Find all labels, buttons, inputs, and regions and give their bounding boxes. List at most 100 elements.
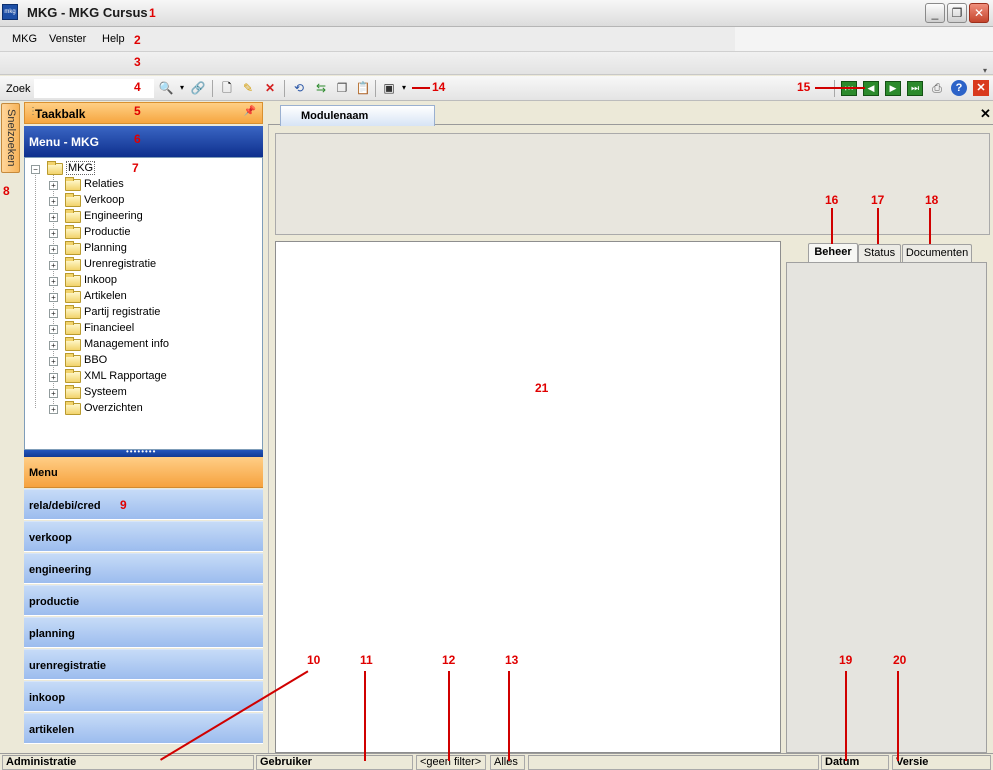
refresh-icon[interactable]: ⟲ — [291, 80, 307, 96]
expand-icon[interactable]: + — [49, 293, 58, 302]
tree-item[interactable]: + Relaties — [47, 177, 247, 193]
annotation-9: 9 — [120, 498, 127, 512]
folder-icon — [65, 385, 81, 399]
tree-item[interactable]: + BBO — [47, 353, 247, 369]
folder-icon — [65, 257, 81, 271]
expand-icon[interactable]: + — [49, 309, 58, 318]
copy-icon[interactable]: ❐ — [334, 80, 350, 96]
collapse-icon[interactable]: − — [31, 165, 40, 174]
annotation-12: 12 — [442, 653, 456, 667]
app-icon: mkg — [2, 4, 18, 20]
close-window-button[interactable]: ✕ — [969, 3, 989, 23]
tree-item[interactable]: + Management info — [47, 337, 247, 353]
tree-item[interactable]: + Urenregistratie — [47, 257, 247, 273]
tree-item[interactable]: + Financieel — [47, 321, 247, 337]
tree-item-label: Planning — [84, 242, 127, 254]
folder-open-icon — [47, 161, 63, 175]
link-icon[interactable]: 🔗 — [190, 80, 206, 96]
expand-icon[interactable]: + — [49, 325, 58, 334]
previous-record-button[interactable]: ◀ — [863, 81, 879, 96]
last-record-button[interactable]: ⏭ — [907, 81, 923, 96]
tree-item[interactable]: + Productie — [47, 225, 247, 241]
annotation-11: 11 — [360, 653, 373, 667]
expand-icon[interactable]: + — [49, 405, 58, 414]
tab-modulenaam[interactable]: Modulenaam — [280, 105, 435, 126]
menu-category-button[interactable]: planning — [24, 617, 263, 648]
new-document-icon[interactable]: 🗋 — [219, 80, 235, 96]
help-icon[interactable]: ? — [951, 80, 967, 96]
expand-icon[interactable]: + — [49, 373, 58, 382]
annotation-8: 8 — [3, 184, 10, 198]
chevron-down-icon[interactable]: ▾ — [983, 66, 991, 75]
tree-item[interactable]: + Artikelen — [47, 289, 247, 305]
expand-icon[interactable]: + — [49, 277, 58, 286]
annotation-4: 4 — [134, 80, 141, 94]
tab-beheer[interactable]: Beheer — [808, 243, 858, 263]
tree-item-label: Productie — [84, 226, 131, 238]
tree-item[interactable]: + Verkoop — [47, 193, 247, 209]
expand-icon[interactable]: + — [49, 389, 58, 398]
tree-item[interactable]: + XML Rapportage — [47, 369, 247, 385]
snelzoeken-tab[interactable]: Snelzoeken — [1, 103, 20, 173]
close-icon[interactable]: ✕ — [973, 80, 989, 96]
splitter-grip-icon: •••••••• — [126, 447, 157, 456]
annotation-line — [877, 208, 879, 244]
expand-icon[interactable]: + — [49, 213, 58, 222]
menu-category-label: rela/debi/cred — [29, 500, 101, 512]
menu-category-button[interactable]: inkoop — [24, 681, 263, 712]
chevron-down-icon[interactable]: ▾ — [396, 80, 412, 96]
tree-root[interactable]: − MKG — [29, 161, 229, 177]
expand-icon[interactable]: + — [49, 197, 58, 206]
tab-status[interactable]: Status — [858, 244, 901, 263]
expand-icon[interactable]: + — [49, 245, 58, 254]
folder-icon — [65, 289, 81, 303]
tree-item[interactable]: + Engineering — [47, 209, 247, 225]
menu-category-button[interactable]: productie — [24, 585, 263, 616]
annotation-10: 10 — [307, 653, 321, 667]
search-icon[interactable]: 🔍 — [158, 80, 174, 96]
expand-icon[interactable]: + — [49, 229, 58, 238]
tree-item-label: XML Rapportage — [84, 370, 167, 382]
tree-item-label: Urenregistratie — [84, 258, 157, 270]
print-icon[interactable]: ⎙ — [929, 80, 945, 96]
tree-item[interactable]: + Inkoop — [47, 273, 247, 289]
menu-header-title: Menu - MKG — [29, 135, 99, 149]
annotation-17: 17 — [871, 193, 885, 207]
annotation-line — [897, 671, 899, 761]
next-record-button[interactable]: ▶ — [885, 81, 901, 96]
delete-icon[interactable]: ✕ — [262, 80, 278, 96]
tree-item[interactable]: + Planning — [47, 241, 247, 257]
restore-button[interactable]: ❐ — [947, 3, 967, 23]
report-icon[interactable]: ▣ — [381, 80, 397, 96]
minimize-button[interactable]: _ — [925, 3, 945, 23]
menu-venster[interactable]: Venster — [49, 33, 86, 45]
menu-mkg[interactable]: MKG — [12, 33, 37, 45]
pin-icon[interactable]: 📌 — [244, 106, 256, 117]
folder-icon — [65, 401, 81, 415]
close-tab-icon[interactable]: ✕ — [980, 106, 991, 122]
menu-category-button[interactable]: engineering — [24, 553, 263, 584]
status-administratie: Administratie — [2, 755, 254, 770]
tab-documenten[interactable]: Documenten — [902, 244, 972, 263]
tree-item[interactable]: + Systeem — [47, 385, 247, 401]
panel-splitter[interactable]: •••••••• — [24, 447, 263, 457]
export-icon[interactable]: ⇆ — [313, 80, 329, 96]
folder-icon — [65, 177, 81, 191]
status-versie: Versie — [892, 755, 991, 770]
expand-icon[interactable]: + — [49, 357, 58, 366]
paste-icon[interactable]: 📋 — [355, 80, 371, 96]
menu-category-button[interactable]: rela/debi/cred — [24, 489, 263, 520]
tree-item[interactable]: + Overzichten — [47, 401, 247, 417]
expand-icon[interactable]: + — [49, 261, 58, 270]
expand-icon[interactable]: + — [49, 181, 58, 190]
tree-item[interactable]: + Partij registratie — [47, 305, 247, 321]
edit-pencil-icon[interactable]: ✎ — [240, 80, 256, 96]
menu-category-label: engineering — [29, 564, 92, 576]
menu-category-button[interactable]: urenregistratie — [24, 649, 263, 680]
menu-category-button[interactable]: verkoop — [24, 521, 263, 552]
expand-icon[interactable]: + — [49, 341, 58, 350]
annotation-1: 1 — [149, 6, 156, 20]
menu-help[interactable]: Help — [102, 33, 125, 45]
menu-header: Menu - MKG — [24, 126, 263, 157]
chevron-down-icon[interactable]: ▾ — [174, 80, 190, 96]
